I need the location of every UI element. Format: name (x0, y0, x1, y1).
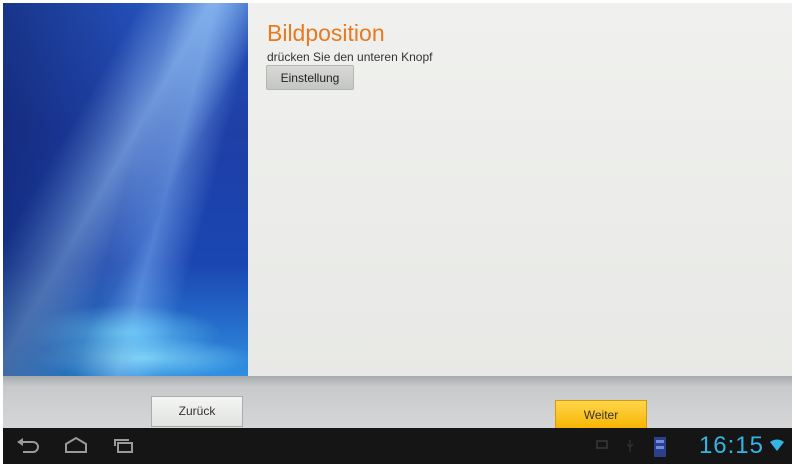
settings-button[interactable]: Einstellung (266, 65, 354, 90)
decorative-wallpaper (3, 3, 248, 376)
notification-icon[interactable] (653, 436, 667, 458)
wizard-footer: Zurück Weiter (3, 376, 792, 430)
back-icon[interactable] (15, 436, 41, 454)
wifi-icon[interactable] (770, 439, 784, 451)
recent-apps-icon[interactable] (111, 436, 137, 454)
back-button[interactable]: Zurück (151, 396, 243, 427)
instruction-text: drücken Sie den unteren Knopf (267, 50, 433, 64)
home-icon[interactable] (63, 436, 89, 454)
next-button[interactable]: Weiter (555, 400, 647, 430)
page-title: Bildposition (267, 20, 385, 46)
clock[interactable]: 16:15 (699, 432, 764, 460)
system-navigation-bar: 16:15 (3, 428, 792, 464)
device-screen: Bildposition drücken Sie den unteren Kno… (3, 3, 792, 464)
usb-icon (626, 440, 634, 452)
screen-icon (596, 440, 608, 449)
content-panel: Bildposition drücken Sie den unteren Kno… (248, 3, 792, 376)
